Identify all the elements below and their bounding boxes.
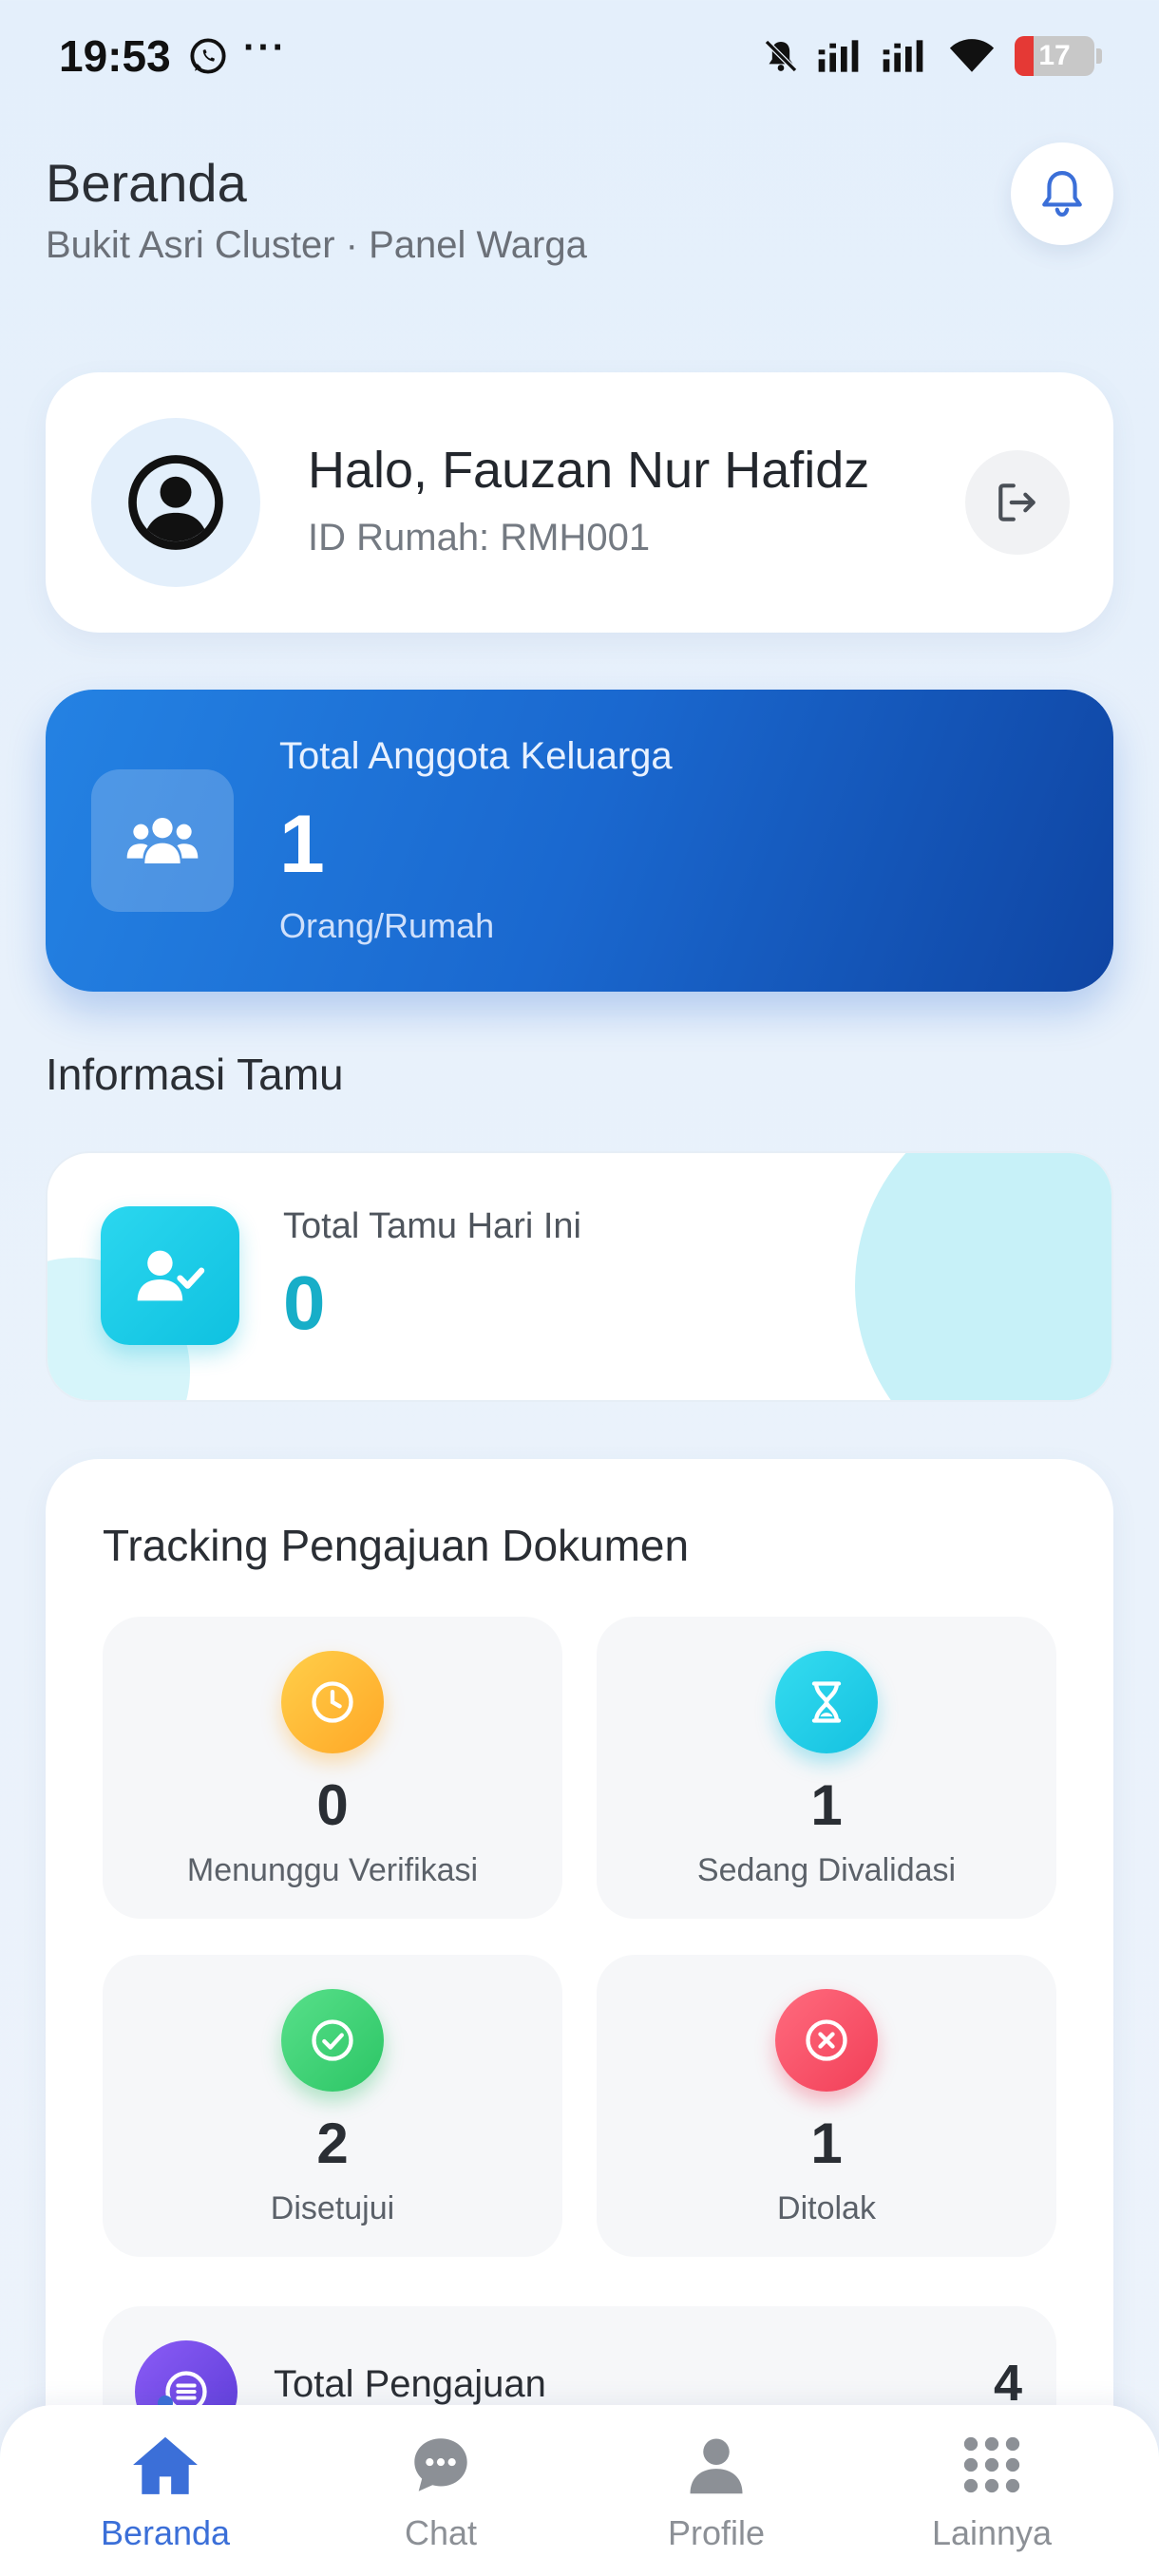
- status-tile-approved[interactable]: 2 Disetujui: [103, 1955, 562, 2257]
- nav-item-chat[interactable]: Chat: [336, 2422, 545, 2565]
- nav-label: Chat: [404, 2513, 478, 2552]
- guest-count: 0: [283, 1260, 326, 1345]
- status-label: Disetujui: [270, 2190, 395, 2226]
- family-unit: Orang/Rumah: [279, 906, 495, 945]
- status-count: 0: [316, 1773, 349, 1837]
- grid-icon: [963, 2436, 1020, 2493]
- status-count: 1: [810, 2112, 843, 2175]
- hourglass-icon: [775, 1651, 878, 1753]
- user-check-icon: [137, 1250, 205, 1301]
- bottom-navigation: Beranda Chat Profile Lainnya: [0, 2405, 1159, 2576]
- avatar: [91, 418, 260, 587]
- status-bar: 19:53 ··· 17: [0, 0, 1159, 114]
- family-members-card[interactable]: Total Anggota Keluarga 1 Orang/Rumah: [46, 690, 1113, 992]
- status-tile-validating[interactable]: 1 Sedang Divalidasi: [597, 1617, 1056, 1919]
- page-title: Beranda: [46, 153, 247, 213]
- status-more-dots: ···: [243, 27, 287, 68]
- total-label: Total Pengajuan: [274, 2363, 546, 2405]
- check-circle-icon: [281, 1989, 384, 2092]
- nav-item-lainnya[interactable]: Lainnya: [887, 2422, 1096, 2565]
- battery-indicator: 17: [1015, 36, 1094, 76]
- status-count: 2: [316, 2112, 349, 2175]
- family-label: Total Anggota Keluarga: [279, 735, 673, 777]
- nav-label: Beranda: [100, 2513, 231, 2552]
- nav-label: Lainnya: [931, 2513, 1053, 2552]
- whatsapp-icon: [190, 38, 226, 74]
- status-icons: 17: [762, 32, 1102, 80]
- page-subtitle: Bukit Asri Cluster · Panel Warga: [46, 224, 587, 266]
- nav-item-beranda[interactable]: Beranda: [61, 2422, 270, 2565]
- x-circle-icon: [775, 1989, 878, 2092]
- home-icon: [133, 2436, 198, 2494]
- status-count: 1: [810, 1773, 843, 1837]
- nav-item-profile[interactable]: Profile: [612, 2422, 821, 2565]
- logout-button[interactable]: [965, 450, 1070, 555]
- status-label: Ditolak: [777, 2190, 876, 2226]
- clock-icon: [281, 1651, 384, 1753]
- tracking-title: Tracking Pengajuan Dokumen: [103, 1521, 690, 1570]
- notification-button[interactable]: [1011, 142, 1113, 245]
- guest-card[interactable]: Total Tamu Hari Ini 0: [46, 1151, 1113, 1402]
- status-label: Sedang Divalidasi: [696, 1852, 957, 1888]
- status-time: 19:53: [59, 31, 171, 81]
- family-count: 1: [279, 799, 325, 890]
- logout-icon: [998, 483, 1036, 521]
- house-id: ID Rumah: RMH001: [308, 517, 651, 559]
- signal-1-icon: [818, 40, 859, 72]
- person-icon: [690, 2438, 743, 2494]
- status-label: Menunggu Verifikasi: [186, 1852, 479, 1888]
- guest-section-title: Informasi Tamu: [46, 1050, 344, 1099]
- status-tile-pending[interactable]: 0 Menunggu Verifikasi: [103, 1617, 562, 1919]
- decorative-blob: [855, 1153, 1112, 1400]
- wifi-icon: [949, 39, 995, 72]
- people-group-icon: [126, 818, 199, 863]
- user-card: Halo, Fauzan Nur Hafidz ID Rumah: RMH001: [46, 372, 1113, 633]
- family-icon-box: [91, 769, 234, 912]
- nav-label: Profile: [667, 2513, 766, 2552]
- guest-icon-box: [101, 1206, 239, 1345]
- bell-off-icon: [764, 39, 798, 73]
- status-tile-rejected[interactable]: 1 Ditolak: [597, 1955, 1056, 2257]
- signal-2-icon: [883, 40, 923, 72]
- chat-icon: [414, 2438, 467, 2491]
- bell-icon: [1042, 171, 1082, 217]
- user-circle-icon: [128, 455, 223, 550]
- user-greeting: Halo, Fauzan Nur Hafidz: [308, 442, 870, 499]
- guest-label: Total Tamu Hari Ini: [283, 1206, 581, 1246]
- total-value: 4: [993, 2355, 1022, 2412]
